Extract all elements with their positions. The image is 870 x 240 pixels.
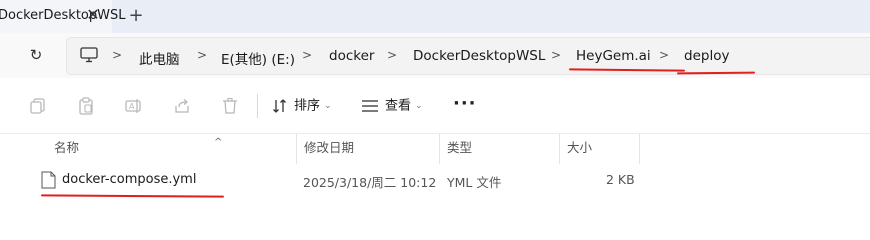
computer-icon[interactable] bbox=[80, 47, 98, 63]
column-name-label: 名称 bbox=[54, 140, 80, 155]
view-label: 查看 bbox=[385, 98, 412, 114]
breadcrumb-this-pc[interactable]: 此电脑 bbox=[139, 48, 180, 68]
toolbar-divider bbox=[257, 94, 258, 118]
breadcrumb-separator[interactable]: > bbox=[551, 48, 561, 62]
breadcrumb-deploy[interactable]: deploy bbox=[684, 48, 729, 64]
sort-button[interactable]: 排序 ⌄ bbox=[272, 95, 332, 117]
breadcrumb-separator[interactable]: > bbox=[112, 48, 122, 62]
svg-text:A: A bbox=[129, 102, 135, 111]
file-row[interactable]: docker-compose.yml 2025/3/18/周二 10:12 YM… bbox=[24, 164, 639, 198]
file-modified: 2025/3/18/周二 10:12 bbox=[303, 175, 437, 190]
breadcrumb-separator[interactable]: > bbox=[302, 48, 312, 62]
breadcrumb-heygem[interactable]: HeyGem.ai bbox=[576, 48, 651, 64]
more-options-icon[interactable]: ··· bbox=[453, 95, 477, 113]
view-icon bbox=[362, 100, 378, 112]
breadcrumb-dockerdesktopwsl[interactable]: DockerDesktopWSL bbox=[413, 48, 545, 64]
file-name: docker-compose.yml bbox=[62, 172, 197, 187]
rename-icon[interactable]: A bbox=[125, 97, 143, 115]
sort-label: 排序 bbox=[294, 98, 321, 114]
file-icon bbox=[41, 171, 56, 189]
sort-ascending-icon: ^ bbox=[214, 137, 223, 148]
column-header: 名称 ^ 修改日期 类型 大小 bbox=[0, 134, 870, 164]
column-size[interactable]: 大小 bbox=[559, 134, 639, 164]
tab-strip: DockerDesktopWSL ✕ + bbox=[0, 0, 870, 33]
column-type[interactable]: 类型 bbox=[439, 134, 559, 164]
delete-icon[interactable] bbox=[221, 97, 239, 115]
tab-title: DockerDesktopWSL bbox=[0, 8, 126, 23]
column-divider[interactable] bbox=[639, 134, 640, 164]
file-type: YML 文件 bbox=[447, 175, 502, 190]
paste-icon[interactable] bbox=[77, 97, 95, 115]
chevron-down-icon: ⌄ bbox=[324, 101, 332, 111]
copy-icon[interactable] bbox=[29, 97, 47, 115]
command-bar: A 排序 ⌄ 查看 ⌄ ··· bbox=[0, 78, 870, 134]
breadcrumb-drive-e[interactable]: E(其他) (E:) bbox=[221, 48, 295, 68]
share-icon[interactable] bbox=[173, 97, 191, 115]
sort-icon bbox=[273, 99, 286, 113]
breadcrumb-separator[interactable]: > bbox=[197, 48, 207, 62]
column-modified[interactable]: 修改日期 bbox=[296, 134, 439, 164]
tab-dockerdesktopwsl[interactable]: DockerDesktopWSL ✕ bbox=[0, 0, 125, 33]
breadcrumb-docker[interactable]: docker bbox=[329, 48, 374, 64]
breadcrumb-separator[interactable]: > bbox=[387, 48, 397, 62]
file-size: 2 KB bbox=[606, 172, 635, 187]
column-name[interactable]: 名称 ^ bbox=[46, 134, 296, 164]
refresh-icon[interactable]: ↻ bbox=[26, 45, 46, 65]
address-bar[interactable]: > 此电脑 > E(其他) (E:) > docker > DockerDesk… bbox=[66, 37, 870, 75]
breadcrumb-separator[interactable]: > bbox=[659, 48, 669, 62]
view-button[interactable]: 查看 ⌄ bbox=[361, 95, 423, 117]
close-tab-icon[interactable]: ✕ bbox=[83, 5, 103, 25]
chevron-down-icon: ⌄ bbox=[415, 101, 423, 111]
new-tab-button[interactable]: + bbox=[125, 5, 147, 27]
